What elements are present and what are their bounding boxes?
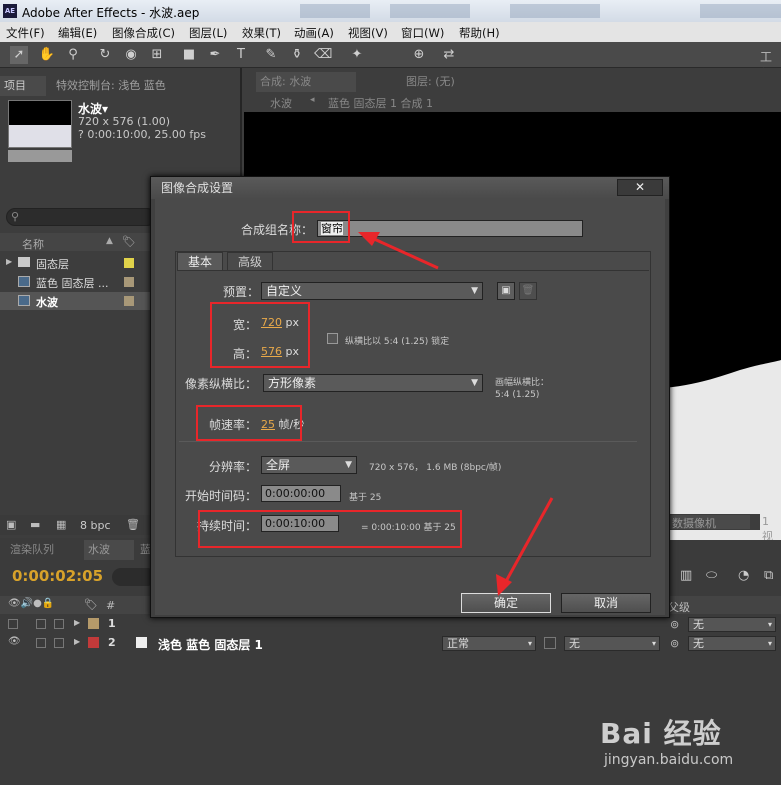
annotation-arrows	[358, 232, 554, 596]
watermark-url: jingyan.baidu.com	[604, 752, 734, 768]
watermark: Bai 经验 jingyan.baidu.com	[600, 700, 781, 785]
watermark-brand: Bai 经验	[600, 717, 722, 750]
